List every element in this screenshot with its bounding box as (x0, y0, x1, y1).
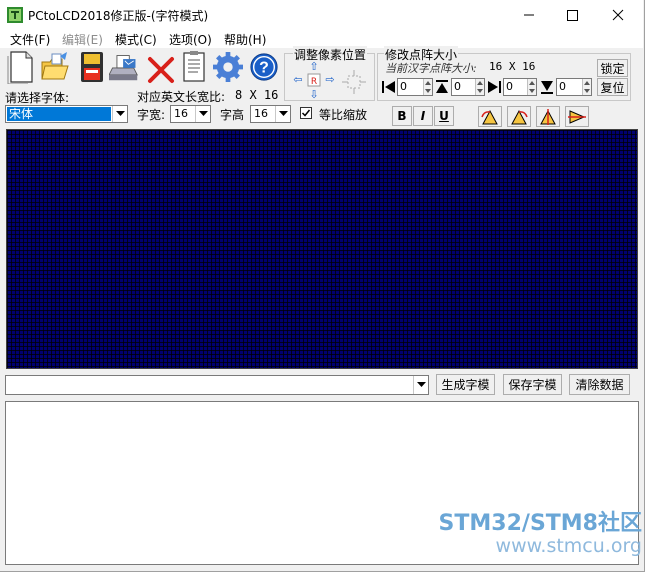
expand-right-icon[interactable] (486, 79, 502, 95)
center-pixel-icon[interactable] (340, 68, 368, 96)
underline-button[interactable]: U (434, 106, 454, 126)
pixel-arrows: ⇧ ⇦ R ⇨ ⇩ (290, 60, 338, 100)
menu-options[interactable]: 选项(O) (169, 31, 212, 48)
new-file-icon[interactable] (6, 50, 36, 84)
spin-right[interactable]: 0 (503, 78, 537, 96)
reset-size-button[interactable]: 复位 (597, 78, 628, 96)
save-disk-icon[interactable] (77, 50, 107, 84)
chevron-down-icon (416, 382, 426, 387)
help-icon[interactable]: ? (249, 50, 279, 84)
current-size-label: 当前汉字点阵大小: (385, 62, 477, 75)
menu-mode[interactable]: 模式(C) (115, 31, 157, 48)
current-size-value: 16 X 16 (489, 60, 536, 73)
rotate-left-icon (481, 109, 498, 124)
char-height-value: 16 (254, 107, 268, 120)
open-folder-icon[interactable] (40, 50, 70, 84)
menu-edit[interactable]: 编辑(E) (62, 31, 103, 48)
maximize-icon (567, 10, 578, 21)
rotate-right-icon (511, 109, 528, 124)
spin-down[interactable]: 0 (556, 78, 592, 96)
bold-button[interactable]: B (392, 106, 412, 126)
proportional-checkbox[interactable] (300, 107, 312, 119)
move-down-icon[interactable]: ⇩ (309, 88, 318, 100)
expand-left-icon[interactable] (381, 79, 397, 95)
maximize-button[interactable] (549, 0, 595, 30)
flip-horizontal-icon (568, 109, 586, 124)
minimize-button[interactable] (506, 0, 552, 30)
spin-up[interactable]: 0 (451, 78, 485, 96)
font-select[interactable]: 宋体 (5, 105, 128, 123)
move-left-icon[interactable]: ⇦ (293, 73, 302, 86)
text-input-combo[interactable] (5, 375, 429, 395)
ratio-label: 对应英文长宽比: (137, 90, 226, 104)
checkmark-icon (301, 109, 311, 117)
proportional-label: 等比缩放 (319, 108, 368, 122)
notes-icon[interactable] (180, 50, 210, 84)
select-font-label: 请选择字体: (5, 91, 70, 105)
close-icon (612, 9, 624, 21)
flip-vertical-button[interactable] (536, 106, 560, 127)
spin-left[interactable]: 0 (397, 78, 433, 96)
expand-up-icon[interactable] (434, 79, 450, 95)
watermark-line2: www.stmcu.org (495, 535, 642, 557)
save-font-button[interactable]: 保存字模 (503, 374, 562, 395)
move-up-icon[interactable]: ⇧ (309, 60, 318, 73)
char-width-label: 字宽: (137, 108, 166, 122)
minimize-icon (524, 14, 534, 16)
pixel-grid-canvas[interactable] (6, 129, 638, 369)
lock-button[interactable]: 锁定 (597, 59, 628, 77)
expand-down-icon[interactable] (539, 79, 555, 95)
close-button[interactable] (595, 0, 641, 30)
print-icon[interactable] (109, 50, 139, 84)
menu-file[interactable]: 文件(F) (10, 31, 50, 48)
window-title: PCtoLCD2018修正版-(字符模式) (28, 9, 209, 23)
flip-horizontal-button[interactable] (565, 106, 589, 127)
app-window: PCtoLCD2018修正版-(字符模式) 文件(F) 编辑(E) 模式(C) … (0, 0, 645, 572)
watermark-line1: STM32/STM8社区 (438, 511, 642, 536)
generate-font-button[interactable]: 生成字模 (436, 374, 495, 395)
title-bar: PCtoLCD2018修正版-(字符模式) (0, 0, 643, 30)
clear-data-button[interactable]: 清除数据 (569, 374, 630, 395)
rotate-right-button[interactable] (507, 106, 531, 127)
flip-vertical-icon (540, 108, 556, 125)
watermark: STM32/STM8社区 www.stmcu.org (406, 513, 642, 556)
char-height-label: 字高 (220, 108, 245, 122)
char-width-select[interactable]: 16 (170, 105, 211, 123)
chevron-down-icon (278, 111, 288, 116)
char-width-value: 16 (174, 107, 188, 120)
move-right-icon[interactable]: ⇨ (325, 73, 334, 86)
settings-gear-icon[interactable] (213, 50, 243, 84)
font-selected-value: 宋体 (7, 107, 111, 121)
reset-position-icon[interactable]: R (311, 77, 317, 87)
rotate-left-button[interactable] (478, 106, 502, 127)
chevron-down-icon (115, 111, 125, 116)
app-icon (7, 7, 23, 23)
svg-text:?: ? (259, 60, 269, 77)
italic-button[interactable]: I (413, 106, 433, 126)
delete-icon[interactable] (146, 53, 176, 87)
chevron-down-icon (198, 111, 208, 116)
ratio-value: 8 X 16 (235, 88, 279, 102)
menu-help[interactable]: 帮助(H) (224, 31, 266, 48)
char-height-select[interactable]: 16 (250, 105, 291, 123)
